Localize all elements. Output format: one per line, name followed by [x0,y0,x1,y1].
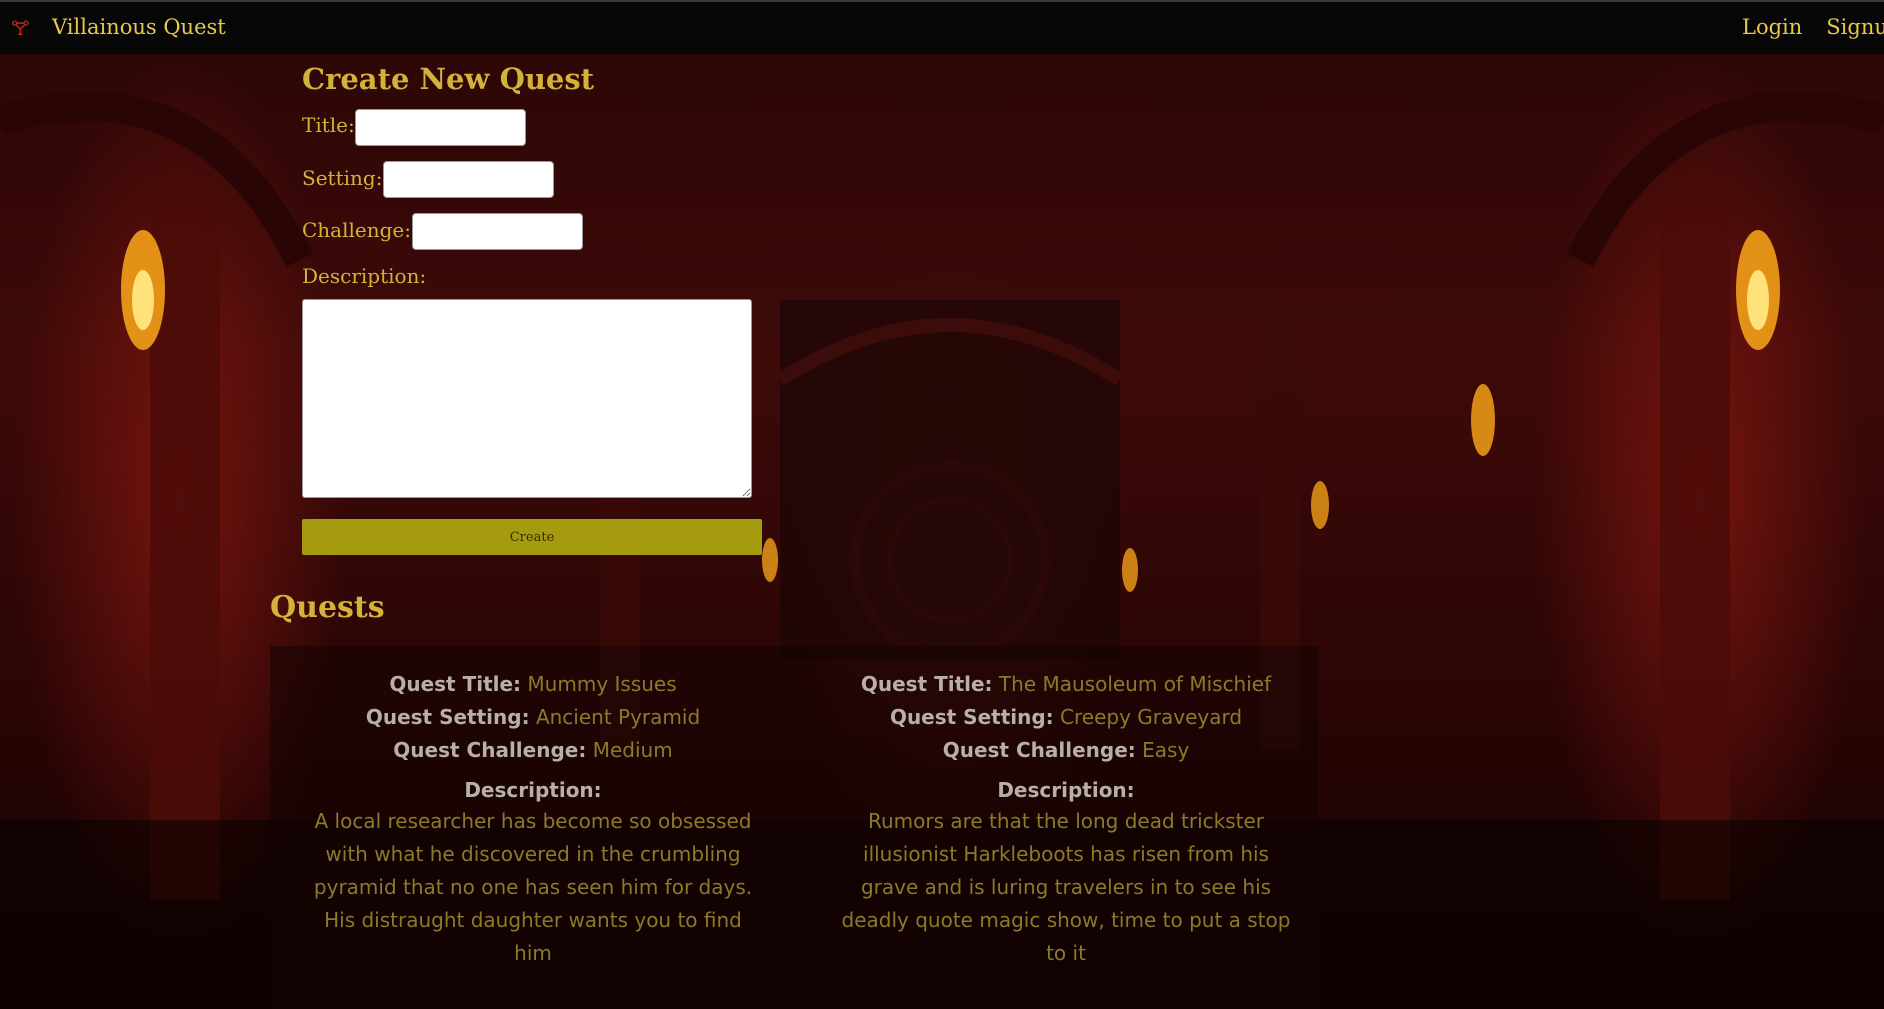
quest-challenge-value: Medium [592,738,673,762]
brand-link[interactable]: Villainous Quest [52,15,226,39]
quest-challenge-line: Quest Challenge: Easy [836,734,1296,767]
quest-description-key: Description: [464,778,602,802]
quest-title-value: The Mausoleum of Mischief [998,672,1272,696]
setting-label: Setting: [302,166,383,190]
quest-setting-value: Ancient Pyramid [535,705,701,729]
quest-setting-key: Quest Setting: [365,705,530,729]
description-label: Description: [302,264,427,288]
challenge-label: Challenge: [302,218,411,242]
quest-title-key: Quest Title: [860,672,993,696]
quest-setting-line: Quest Setting: Ancient Pyramid [303,701,763,734]
title-label: Title: [302,113,355,137]
challenge-input[interactable] [412,213,583,250]
quest-title-line: Quest Title: Mummy Issues [303,668,763,701]
nav-links: Login Signup [1742,15,1884,39]
quest-setting-key: Quest Setting: [889,705,1054,729]
quest-description-text: A local researcher has become so obsesse… [313,809,753,965]
dragon-icon: 🝖 [11,16,30,40]
quest-title-value: Mummy Issues [527,672,677,696]
quest-setting-value: Creepy Graveyard [1060,705,1243,729]
signup-link[interactable]: Signup [1826,15,1884,39]
login-link[interactable]: Login [1742,15,1802,39]
quest-challenge-key: Quest Challenge: [393,738,587,762]
form-title: Create New Quest [302,62,595,96]
quest-challenge-line: Quest Challenge: Medium [303,734,763,767]
title-input[interactable] [355,109,526,146]
quest-card: Quest Title: Mummy Issues Quest Setting:… [303,668,763,970]
description-textarea[interactable] [302,299,752,498]
quests-heading: Quests [270,590,385,625]
quest-description-text: Rumors are that the long dead trickster … [841,809,1291,965]
quest-card: Quest Title: The Mausoleum of Mischief Q… [836,668,1296,970]
quest-challenge-key: Quest Challenge: [942,738,1136,762]
quest-title-key: Quest Title: [389,672,522,696]
quest-challenge-value: Easy [1142,738,1190,762]
top-navbar: 🝖 Villainous Quest Login Signup [0,0,1884,54]
quest-title-line: Quest Title: The Mausoleum of Mischief [836,668,1296,701]
quest-description-key: Description: [997,778,1135,802]
quest-setting-line: Quest Setting: Creepy Graveyard [836,701,1296,734]
setting-input[interactable] [383,161,554,198]
create-button[interactable]: Create [302,519,762,555]
